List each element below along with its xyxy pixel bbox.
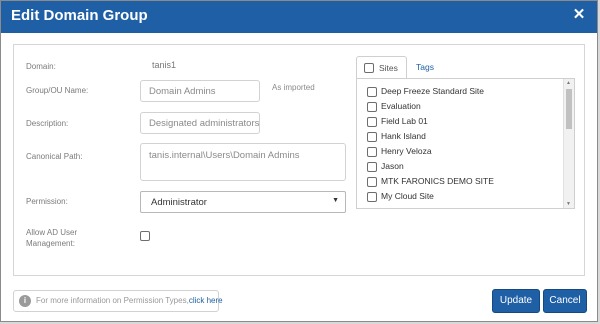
chevron-down-icon: ▼ — [332, 197, 339, 204]
select-all-sites-checkbox[interactable] — [364, 63, 374, 73]
permission-info-text: For more information on Permission Types… — [36, 296, 223, 305]
info-icon: i — [19, 295, 31, 307]
description-field[interactable]: Designated administrators — [140, 112, 260, 134]
cancel-button[interactable]: Cancel — [543, 289, 587, 313]
site-name: Hank Island — [381, 131, 426, 141]
tab-tags[interactable]: Tags — [416, 62, 434, 72]
site-checkbox[interactable] — [367, 177, 377, 187]
site-checkbox[interactable] — [367, 132, 377, 142]
sites-tags-tabs: Sites Tags — [356, 56, 575, 78]
dialog-title: Edit Domain Group — [11, 7, 148, 24]
form-panel: Domain: tanis1 Group/OU Name: Domain Adm… — [13, 44, 585, 276]
description-label: Description: — [26, 119, 69, 128]
allow-label-line1: Allow AD User — [26, 228, 78, 237]
site-checkbox[interactable] — [367, 117, 377, 127]
info-text: For more information on Permission Types… — [36, 296, 189, 305]
sites-scrollbar[interactable]: ▲ ▼ — [563, 79, 574, 208]
allow-ad-management-checkbox[interactable] — [140, 231, 150, 241]
permission-selected-value: Administrator — [151, 197, 207, 208]
site-name: MTK FARONICS DEMO SITE — [381, 176, 494, 186]
site-name: Deep Freeze Standard Site — [381, 86, 485, 96]
site-checkbox[interactable] — [367, 162, 377, 172]
domain-value: tanis1 — [152, 60, 177, 70]
permission-select[interactable]: Administrator ▼ — [140, 191, 346, 213]
canonical-path-field[interactable]: tanis.internal\Users\Domain Admins — [140, 143, 346, 181]
site-checkbox[interactable] — [367, 87, 377, 97]
update-button[interactable]: Update — [492, 289, 540, 313]
edit-domain-group-dialog: Edit Domain Group ✕ Domain: tanis1 Group… — [0, 0, 598, 322]
click-here-link[interactable]: click here — [189, 296, 223, 305]
close-icon[interactable]: ✕ — [571, 7, 587, 23]
allow-ad-management-label: Allow AD User Management: — [26, 227, 77, 249]
site-name: Jason — [381, 161, 404, 171]
site-checkbox[interactable] — [367, 102, 377, 112]
site-name: Henry Veloza — [381, 146, 432, 156]
tab-sites-label: Sites — [379, 63, 398, 73]
group-name-note: As imported — [272, 83, 315, 92]
sites-list: Deep Freeze Standard Site Evaluation Fie… — [356, 78, 575, 209]
allow-label-line2: Management: — [26, 239, 75, 248]
site-name: My Cloud Site — [381, 191, 434, 201]
domain-label: Domain: — [26, 62, 56, 71]
site-checkbox[interactable] — [367, 192, 377, 202]
permission-label: Permission: — [26, 197, 68, 206]
group-name-field[interactable]: Domain Admins — [140, 80, 260, 102]
group-name-label: Group/OU Name: — [26, 86, 89, 95]
site-checkbox[interactable] — [367, 147, 377, 157]
scroll-up-icon[interactable]: ▲ — [566, 80, 571, 86]
scroll-down-icon[interactable]: ▼ — [566, 201, 571, 207]
site-name: Evaluation — [381, 101, 421, 111]
tab-sites[interactable]: Sites — [356, 56, 407, 78]
canonical-path-label: Canonical Path: — [26, 152, 83, 161]
permission-info-box: i For more information on Permission Typ… — [13, 290, 223, 312]
scroll-thumb[interactable] — [566, 89, 572, 129]
dialog-titlebar: Edit Domain Group ✕ — [1, 1, 597, 33]
site-name: Field Lab 01 — [381, 116, 428, 126]
